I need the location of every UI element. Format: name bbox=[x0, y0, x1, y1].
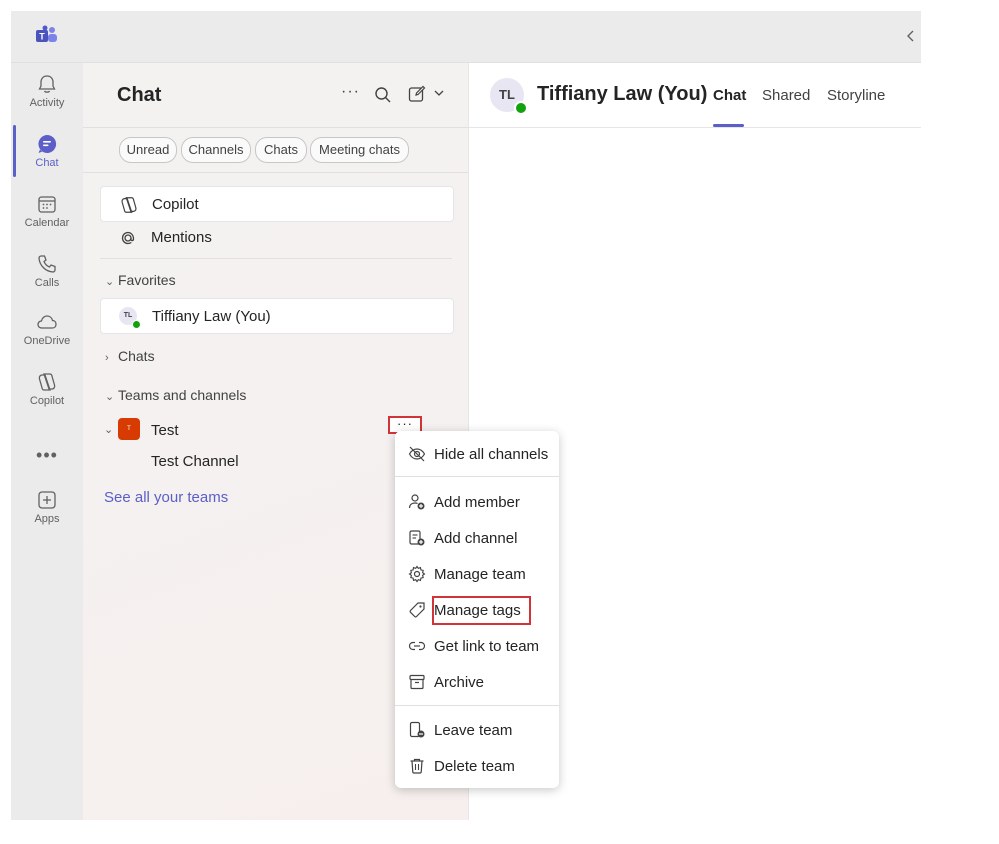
tab-shared[interactable]: Shared bbox=[762, 87, 810, 104]
calendar-icon bbox=[36, 193, 58, 215]
team-context-menu: Hide all channels Add member Add channel… bbox=[395, 431, 559, 788]
copilot-icon bbox=[119, 195, 139, 215]
menu-item-delete-team[interactable]: Delete team bbox=[395, 751, 559, 781]
tab-chat[interactable]: Chat bbox=[713, 87, 746, 104]
rail-label: Copilot bbox=[29, 395, 65, 407]
teams-label: Teams and channels bbox=[118, 387, 247, 403]
team-name: Test bbox=[151, 422, 179, 439]
gear-icon bbox=[408, 565, 426, 583]
menu-item-manage-team[interactable]: Manage team bbox=[395, 559, 559, 589]
teams-section-toggle[interactable]: ⌄ Teams and channels bbox=[105, 387, 246, 403]
menu-item-label: Get link to team bbox=[434, 638, 540, 655]
cloud-icon bbox=[36, 311, 58, 333]
menu-item-hide-all-channels[interactable]: Hide all channels bbox=[395, 439, 559, 469]
more-options-button[interactable]: ··· bbox=[341, 83, 360, 101]
title-bar: T bbox=[11, 11, 921, 63]
rail-label: Apps bbox=[34, 513, 60, 525]
chevron-down-icon[interactable]: ⌄ bbox=[104, 423, 113, 436]
chats-section-toggle[interactable]: › Chats bbox=[105, 348, 155, 364]
see-all-teams-link[interactable]: See all your teams bbox=[104, 489, 228, 506]
favorite-chat-name: Tiffiany Law (You) bbox=[152, 308, 271, 325]
bell-icon bbox=[36, 73, 58, 95]
favorites-label: Favorites bbox=[118, 272, 176, 288]
rail-label: Chat bbox=[35, 157, 59, 169]
rail-label: Calendar bbox=[24, 217, 70, 229]
favorite-chat-item[interactable]: TL Tiffiany Law (You) bbox=[100, 298, 454, 334]
menu-item-label: Manage team bbox=[434, 566, 526, 583]
rail-label: Calls bbox=[34, 277, 60, 289]
chats-label: Chats bbox=[118, 348, 155, 364]
presence-available-icon bbox=[132, 320, 141, 329]
leave-icon bbox=[408, 721, 426, 739]
rail-chat[interactable]: Chat bbox=[11, 125, 83, 181]
copilot-item[interactable]: Copilot bbox=[100, 186, 454, 222]
manage-tags-highlight bbox=[432, 596, 531, 625]
compose-icon[interactable] bbox=[407, 84, 427, 104]
rail-label: OneDrive bbox=[23, 335, 71, 347]
menu-item-label: Leave team bbox=[434, 722, 513, 739]
svg-text:T: T bbox=[39, 32, 45, 42]
chevron-down-icon: ⌄ bbox=[105, 391, 115, 403]
channel-item[interactable]: Test Channel bbox=[151, 453, 239, 470]
menu-item-archive[interactable]: Archive bbox=[395, 667, 559, 697]
filter-unread[interactable]: Unread bbox=[119, 137, 177, 163]
rail-more-apps[interactable]: ••• bbox=[11, 445, 83, 466]
teams-window: T Activity Chat Calendar Calls OneDrive … bbox=[11, 11, 921, 820]
active-tab-indicator bbox=[713, 124, 744, 127]
mentions-label: Mentions bbox=[151, 229, 212, 246]
phone-icon bbox=[36, 253, 58, 275]
team-avatar: T bbox=[118, 418, 140, 440]
person-add-icon bbox=[408, 493, 426, 511]
menu-item-label: Delete team bbox=[434, 758, 515, 775]
channel-add-icon bbox=[408, 529, 426, 547]
chat-bubble-icon bbox=[36, 133, 58, 155]
menu-item-add-member[interactable]: Add member bbox=[395, 487, 559, 517]
at-sign-icon bbox=[118, 228, 138, 248]
chevron-down-icon[interactable] bbox=[433, 87, 445, 99]
favorites-section-toggle[interactable]: ⌄ Favorites bbox=[105, 272, 176, 288]
menu-divider bbox=[395, 476, 559, 477]
menu-item-label: Hide all channels bbox=[434, 446, 549, 463]
tag-icon bbox=[408, 601, 426, 619]
menu-item-label: Archive bbox=[434, 674, 485, 691]
add-square-icon bbox=[36, 489, 58, 511]
rail-copilot[interactable]: Copilot bbox=[11, 363, 83, 419]
chat-title: Tiffiany Law (You) bbox=[537, 83, 708, 105]
menu-item-add-channel[interactable]: Add channel bbox=[395, 523, 559, 553]
menu-item-label: Add channel bbox=[434, 530, 518, 547]
copilot-icon bbox=[36, 371, 58, 393]
trash-icon bbox=[408, 757, 426, 775]
divider bbox=[100, 258, 452, 259]
rail-label: Activity bbox=[29, 97, 65, 109]
copilot-label: Copilot bbox=[152, 196, 199, 213]
eye-off-icon bbox=[408, 445, 426, 463]
rail-calls[interactable]: Calls bbox=[11, 245, 83, 301]
chevron-down-icon: ⌄ bbox=[105, 276, 115, 288]
rail-onedrive[interactable]: OneDrive bbox=[11, 303, 83, 359]
menu-item-get-link[interactable]: Get link to team bbox=[395, 631, 559, 661]
chevron-left-icon[interactable] bbox=[905, 27, 917, 45]
app-rail: Activity Chat Calendar Calls OneDrive Co… bbox=[11, 63, 83, 820]
chat-header: TL Tiffiany Law (You) Chat Shared Storyl… bbox=[469, 63, 921, 128]
menu-divider bbox=[395, 705, 559, 706]
sidebar-title: Chat bbox=[117, 84, 162, 106]
sidebar-header: Chat ··· bbox=[83, 63, 468, 128]
filter-chats[interactable]: Chats bbox=[255, 137, 307, 163]
rail-calendar[interactable]: Calendar bbox=[11, 185, 83, 241]
menu-item-label: Add member bbox=[434, 494, 520, 511]
archive-icon bbox=[408, 673, 426, 691]
presence-available-icon bbox=[514, 101, 528, 115]
link-icon bbox=[408, 637, 426, 655]
rail-apps[interactable]: Apps bbox=[11, 481, 83, 537]
filter-bar: Unread Channels Chats Meeting chats bbox=[83, 128, 468, 173]
filter-meeting-chats[interactable]: Meeting chats bbox=[310, 137, 409, 163]
menu-item-leave-team[interactable]: Leave team bbox=[395, 715, 559, 745]
rail-activity[interactable]: Activity bbox=[11, 65, 83, 121]
search-icon[interactable] bbox=[373, 85, 393, 105]
teams-logo-icon: T bbox=[35, 25, 59, 47]
mentions-item[interactable]: Mentions bbox=[100, 220, 452, 254]
chevron-right-icon: › bbox=[105, 352, 109, 364]
tab-storyline[interactable]: Storyline bbox=[827, 87, 885, 104]
filter-channels[interactable]: Channels bbox=[181, 137, 251, 163]
